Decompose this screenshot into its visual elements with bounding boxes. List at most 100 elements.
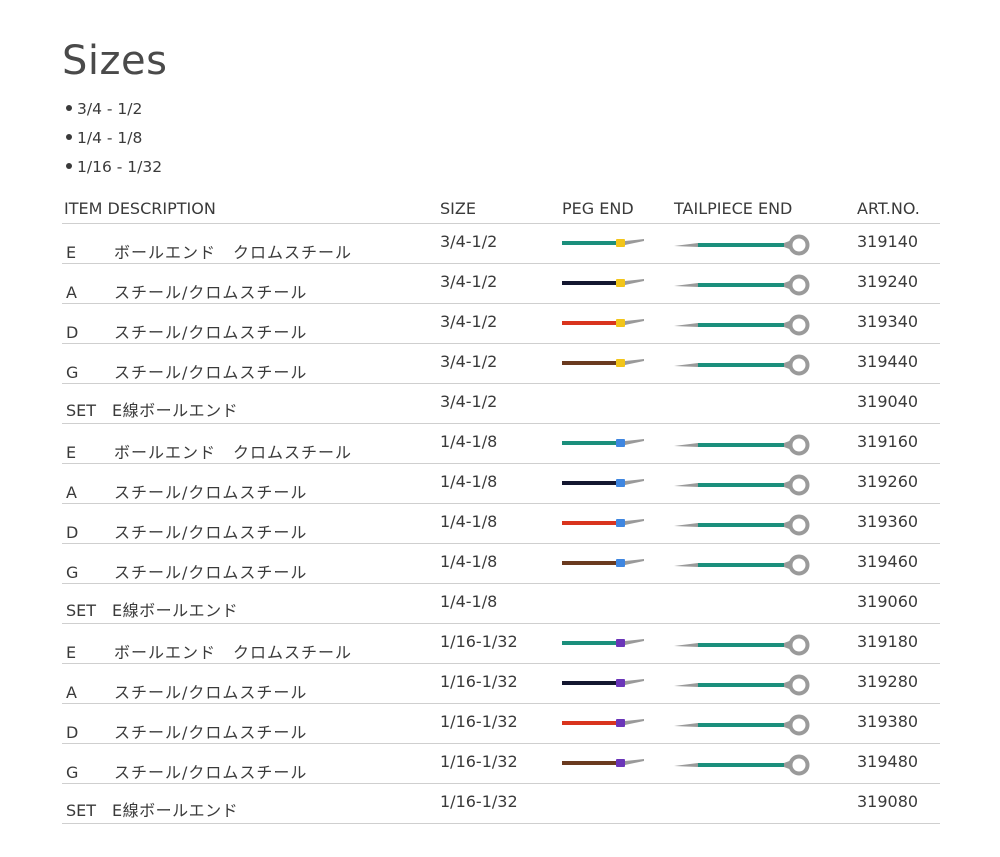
- bullet-icon: [66, 162, 72, 169]
- item-size: 1/16-1/32: [440, 792, 518, 811]
- item-description: E線ボールエンド: [112, 601, 239, 620]
- art-number: 319480: [857, 752, 919, 771]
- item-size: 3/4-1/2: [440, 232, 498, 251]
- header-tailpiece-end: TAILPIECE END: [674, 199, 793, 218]
- item-code: A: [66, 283, 77, 302]
- item-code: G: [66, 363, 79, 382]
- size-item: 1/4 - 1/8: [66, 127, 162, 156]
- table-row: SET E線ボールエンド 3/4-1/2 319040: [62, 384, 940, 424]
- peg-end-icon: [562, 279, 644, 287]
- table-row: E ボールエンド クロムスチール 1/4-1/8 319160: [62, 424, 940, 464]
- table-row: A スチール/クロムスチール 1/4-1/8 319260: [62, 464, 940, 504]
- art-number: 319460: [857, 552, 919, 571]
- art-number: 319060: [857, 592, 919, 611]
- item-size: 1/4-1/8: [440, 592, 498, 611]
- tailpiece-end-icon: [674, 674, 810, 696]
- bullet-icon: [66, 104, 72, 111]
- peg-end-icon: [562, 439, 644, 447]
- table-row: D スチール/クロムスチール 1/16-1/32 319380: [62, 704, 940, 744]
- sizes-list: 3/4 - 1/2 1/4 - 1/8 1/16 - 1/32: [66, 98, 162, 185]
- peg-end-icon: [562, 519, 644, 527]
- item-description: スチール/クロムスチール: [114, 723, 308, 742]
- item-code: E: [66, 443, 77, 462]
- item-code: G: [66, 563, 79, 582]
- table-row: G スチール/クロムスチール 3/4-1/2 319440: [62, 344, 940, 384]
- item-code: SET: [66, 601, 97, 620]
- item-code: SET: [66, 801, 97, 820]
- tailpiece-end-icon: [674, 554, 810, 576]
- item-code: D: [66, 523, 79, 542]
- art-number: 319180: [857, 632, 919, 651]
- header-peg-end: PEG END: [562, 199, 634, 218]
- size-item: 3/4 - 1/2: [66, 98, 162, 127]
- item-size: 1/4-1/8: [440, 512, 498, 531]
- art-number: 319140: [857, 232, 919, 251]
- item-size: 3/4-1/2: [440, 352, 498, 371]
- item-code: D: [66, 723, 79, 742]
- item-code: G: [66, 763, 79, 782]
- peg-end-icon: [562, 239, 644, 247]
- art-number: 319380: [857, 712, 919, 731]
- item-size: 3/4-1/2: [440, 272, 498, 291]
- item-code: A: [66, 683, 77, 702]
- table-row: SET E線ボールエンド 1/4-1/8 319060: [62, 584, 940, 624]
- item-description: スチール/クロムスチール: [114, 563, 308, 582]
- item-code: E: [66, 643, 77, 662]
- tailpiece-end-icon: [674, 274, 810, 296]
- item-size: 1/16-1/32: [440, 712, 518, 731]
- art-number: 319040: [857, 392, 919, 411]
- page-title: Sizes: [62, 38, 168, 84]
- item-size: 1/16-1/32: [440, 672, 518, 691]
- item-size: 1/4-1/8: [440, 552, 498, 571]
- table-row: D スチール/クロムスチール 3/4-1/2 319340: [62, 304, 940, 344]
- tailpiece-end-icon: [674, 714, 810, 736]
- peg-end-icon: [562, 559, 644, 567]
- item-description: スチール/クロムスチール: [114, 763, 308, 782]
- art-number: 319080: [857, 792, 919, 811]
- header-art-no: ART.NO.: [857, 199, 920, 218]
- table-row: E ボールエンド クロムスチール 3/4-1/2 319140: [62, 224, 940, 264]
- table-row: G スチール/クロムスチール 1/16-1/32 319480: [62, 744, 940, 784]
- item-code: A: [66, 483, 77, 502]
- table-row: SET E線ボールエンド 1/16-1/32 319080: [62, 784, 940, 824]
- peg-end-icon: [562, 319, 644, 327]
- item-description: スチール/クロムスチール: [114, 683, 308, 702]
- item-description: E線ボールエンド: [112, 401, 239, 420]
- header-item-description: ITEM DESCRIPTION: [64, 199, 216, 218]
- peg-end-icon: [562, 679, 644, 687]
- peg-end-icon: [562, 359, 644, 367]
- item-size: 3/4-1/2: [440, 312, 498, 331]
- tailpiece-end-icon: [674, 634, 810, 656]
- table-row: A スチール/クロムスチール 1/16-1/32 319280: [62, 664, 940, 704]
- item-size: 1/16-1/32: [440, 632, 518, 651]
- tailpiece-end-icon: [674, 474, 810, 496]
- table-row: E ボールエンド クロムスチール 1/16-1/32 319180: [62, 624, 940, 664]
- item-description: ボールエンド クロムスチール: [114, 443, 353, 462]
- item-size: 1/16-1/32: [440, 752, 518, 771]
- header-size: SIZE: [440, 199, 476, 218]
- tailpiece-end-icon: [674, 234, 810, 256]
- item-description: スチール/クロムスチール: [114, 363, 308, 382]
- art-number: 319440: [857, 352, 919, 371]
- item-size: 1/4-1/8: [440, 472, 498, 491]
- tailpiece-end-icon: [674, 314, 810, 336]
- item-description: E線ボールエンド: [112, 801, 239, 820]
- table-row: A スチール/クロムスチール 3/4-1/2 319240: [62, 264, 940, 304]
- art-number: 319340: [857, 312, 919, 331]
- item-code: D: [66, 323, 79, 342]
- art-number: 319160: [857, 432, 919, 451]
- art-number: 319280: [857, 672, 919, 691]
- item-description: ボールエンド クロムスチール: [114, 243, 353, 262]
- table-row: G スチール/クロムスチール 1/4-1/8 319460: [62, 544, 940, 584]
- art-number: 319260: [857, 472, 919, 491]
- item-size: 1/4-1/8: [440, 432, 498, 451]
- tailpiece-end-icon: [674, 514, 810, 536]
- size-item: 1/16 - 1/32: [66, 156, 162, 185]
- table-header: ITEM DESCRIPTION SIZE PEG END TAILPIECE …: [62, 197, 940, 224]
- item-description: ボールエンド クロムスチール: [114, 643, 353, 662]
- item-size: 3/4-1/2: [440, 392, 498, 411]
- item-description: スチール/クロムスチール: [114, 323, 308, 342]
- item-code: E: [66, 243, 77, 262]
- bullet-icon: [66, 133, 72, 140]
- art-number: 319240: [857, 272, 919, 291]
